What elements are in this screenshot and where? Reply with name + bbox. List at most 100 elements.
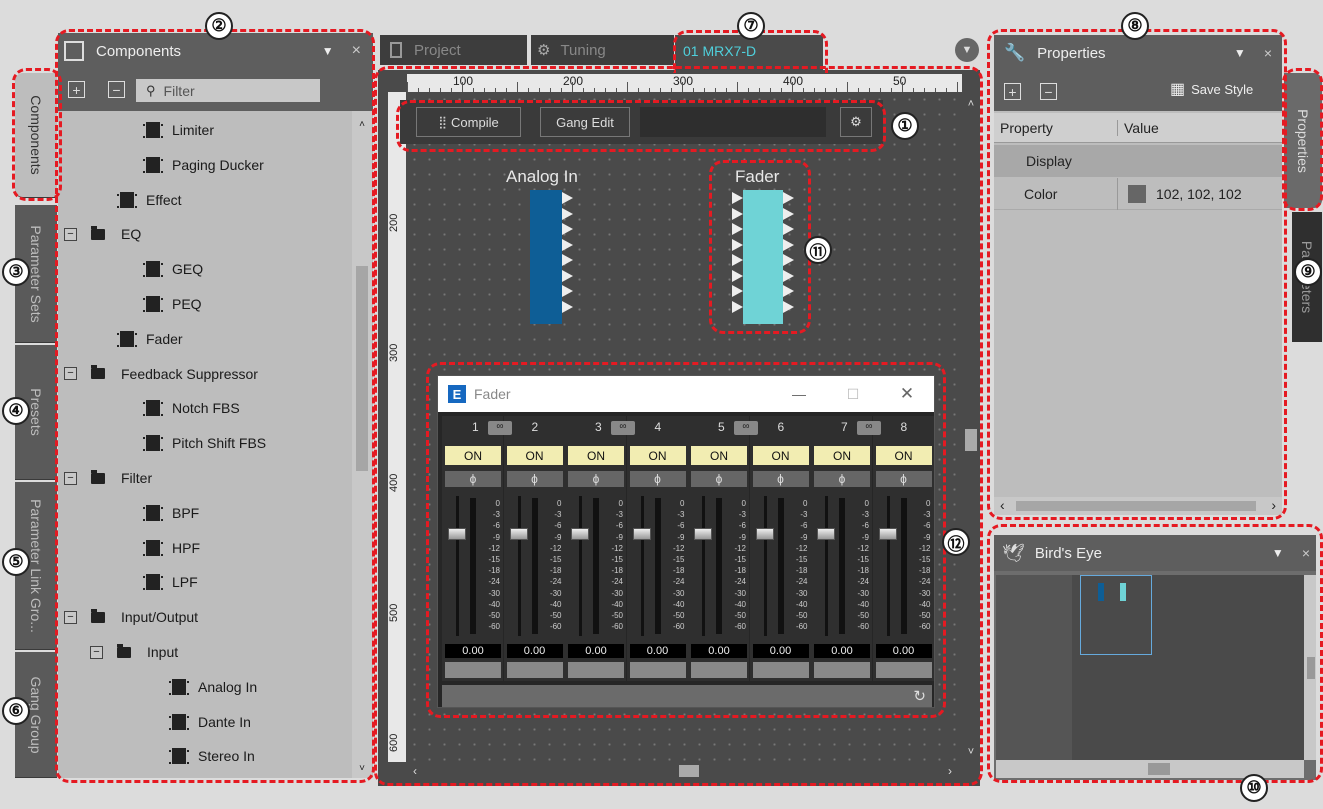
pin-icon[interactable]: ▼ xyxy=(1272,546,1284,560)
fader-knob[interactable] xyxy=(817,528,835,540)
fader-value[interactable]: 0.00 xyxy=(445,644,501,658)
tree-item[interactable]: − Input/Output xyxy=(64,600,198,634)
tree-item[interactable]: Limiter xyxy=(116,113,214,147)
properties-hscrollbar[interactable]: ‹ › xyxy=(994,497,1282,515)
input-port[interactable] xyxy=(732,223,743,235)
fader-block[interactable] xyxy=(730,190,795,324)
output-port[interactable] xyxy=(562,254,573,266)
tree-item[interactable]: − EQ xyxy=(64,217,141,251)
scroll-thumb[interactable] xyxy=(1307,657,1315,679)
fader-value[interactable]: 0.00 xyxy=(691,644,747,658)
link-icon[interactable]: ∞ xyxy=(857,421,881,435)
output-port[interactable] xyxy=(783,207,794,220)
scroll-up-icon[interactable]: ˄ xyxy=(352,117,372,131)
pin-icon[interactable]: ▼ xyxy=(322,44,334,58)
output-port[interactable] xyxy=(562,300,573,313)
tab-list-button[interactable]: ▼ xyxy=(955,38,979,62)
fader-knob[interactable] xyxy=(448,528,466,540)
collapse-toggle-icon[interactable]: − xyxy=(90,645,103,659)
phase-button[interactable]: ϕ xyxy=(568,471,624,487)
settings-icon[interactable]: ⚙ xyxy=(840,107,872,137)
channel-name-field[interactable] xyxy=(752,662,809,678)
fader-value[interactable]: 0.00 xyxy=(506,644,563,658)
scroll-thumb[interactable] xyxy=(356,266,368,471)
fader-value[interactable]: 0.00 xyxy=(568,644,624,658)
fader-value[interactable]: 0.00 xyxy=(875,644,932,658)
compile-button[interactable]: ⣿ Compile xyxy=(416,107,521,137)
scroll-right-icon[interactable]: › xyxy=(1271,497,1276,513)
scroll-down-icon[interactable]: ˅ xyxy=(352,761,372,775)
link-icon[interactable]: ∞ xyxy=(734,421,758,435)
on-button[interactable]: ON xyxy=(814,446,870,465)
tree-item[interactable]: GEQ xyxy=(116,252,203,286)
collapse-toggle-icon[interactable]: − xyxy=(64,471,77,485)
tab-components[interactable]: Components xyxy=(15,73,57,198)
on-button[interactable]: ON xyxy=(752,446,809,465)
fader-knob[interactable] xyxy=(571,528,589,540)
fader-knob[interactable] xyxy=(509,528,528,540)
scroll-left-icon[interactable]: ‹ xyxy=(407,763,423,779)
output-port[interactable] xyxy=(562,238,573,251)
collapse-toggle-icon[interactable]: − xyxy=(64,227,77,241)
scroll-thumb[interactable] xyxy=(965,429,977,451)
scroll-down-icon[interactable]: ˅ xyxy=(962,744,980,760)
collapse-all-button[interactable]: − xyxy=(108,81,125,98)
tree-item[interactable]: BPF xyxy=(116,496,199,530)
tree-item[interactable]: Notch FBS xyxy=(116,391,240,425)
output-port[interactable] xyxy=(562,285,573,297)
viewport-rect[interactable] xyxy=(1080,575,1152,655)
input-port[interactable] xyxy=(732,300,743,313)
channel-name-field[interactable] xyxy=(875,662,932,678)
tab-device[interactable]: 01 MRX7-D xyxy=(675,35,823,70)
output-port[interactable] xyxy=(562,207,573,220)
output-port[interactable] xyxy=(783,285,794,297)
collapse-toggle-icon[interactable]: − xyxy=(64,367,77,381)
fader-value[interactable]: 0.00 xyxy=(629,644,686,658)
vertical-scrollbar[interactable]: ˄ ˅ xyxy=(962,92,980,760)
maximize-button[interactable]: ☐ xyxy=(826,386,880,403)
phase-button[interactable]: ϕ xyxy=(445,471,501,487)
expand-all-button[interactable]: + xyxy=(1004,83,1021,100)
channel-name-field[interactable] xyxy=(814,662,870,678)
tree-item[interactable]: Analog In xyxy=(142,670,257,704)
tree-item[interactable]: LPF xyxy=(116,565,198,599)
scroll-left-icon[interactable]: ‹ xyxy=(1000,497,1005,513)
refresh-icon[interactable]: ↻ xyxy=(913,687,926,705)
scroll-up-icon[interactable]: ˄ xyxy=(962,96,980,112)
tree-item[interactable]: Paging Ducker xyxy=(116,148,264,182)
input-port[interactable] xyxy=(732,269,743,282)
on-button[interactable]: ON xyxy=(629,446,686,465)
pin-icon[interactable]: ▼ xyxy=(1234,46,1246,60)
color-swatch[interactable] xyxy=(1128,184,1146,203)
channel-name-field[interactable] xyxy=(445,662,501,678)
output-port[interactable] xyxy=(783,192,794,204)
close-button[interactable]: ✕ xyxy=(880,384,934,404)
scroll-thumb[interactable] xyxy=(679,765,699,777)
fader-value[interactable]: 0.00 xyxy=(814,644,870,658)
output-port[interactable] xyxy=(562,223,573,235)
collapse-all-button[interactable]: − xyxy=(1040,83,1057,100)
collapse-toggle-icon[interactable]: − xyxy=(64,610,77,624)
input-port[interactable] xyxy=(732,192,743,204)
on-button[interactable]: ON xyxy=(568,446,624,465)
phase-button[interactable]: ϕ xyxy=(875,471,932,487)
tab-properties-right[interactable]: Properties xyxy=(1284,73,1322,208)
tree-item[interactable]: Stereo In xyxy=(142,739,255,773)
output-port[interactable] xyxy=(562,192,573,204)
output-port[interactable] xyxy=(562,269,573,282)
on-button[interactable]: ON xyxy=(445,446,501,465)
tab-project[interactable]: Project xyxy=(380,35,527,65)
close-icon[interactable]: × xyxy=(352,42,361,60)
tree-item[interactable]: Effect xyxy=(90,183,182,217)
fader-window-titlebar[interactable]: E Fader — ☐ ✕ xyxy=(438,376,934,412)
scroll-thumb[interactable] xyxy=(1148,763,1170,775)
channel-name-field[interactable] xyxy=(691,662,747,678)
fader-knob[interactable] xyxy=(878,528,897,540)
horizontal-scrollbar[interactable]: ‹ › xyxy=(407,762,960,780)
tree-item[interactable]: PEQ xyxy=(116,287,202,321)
input-port[interactable] xyxy=(732,285,743,297)
output-port[interactable] xyxy=(783,254,794,266)
tree-item[interactable]: − Filter xyxy=(64,461,152,495)
birds-eye-vscrollbar[interactable] xyxy=(1304,575,1316,760)
phase-button[interactable]: ϕ xyxy=(752,471,809,487)
